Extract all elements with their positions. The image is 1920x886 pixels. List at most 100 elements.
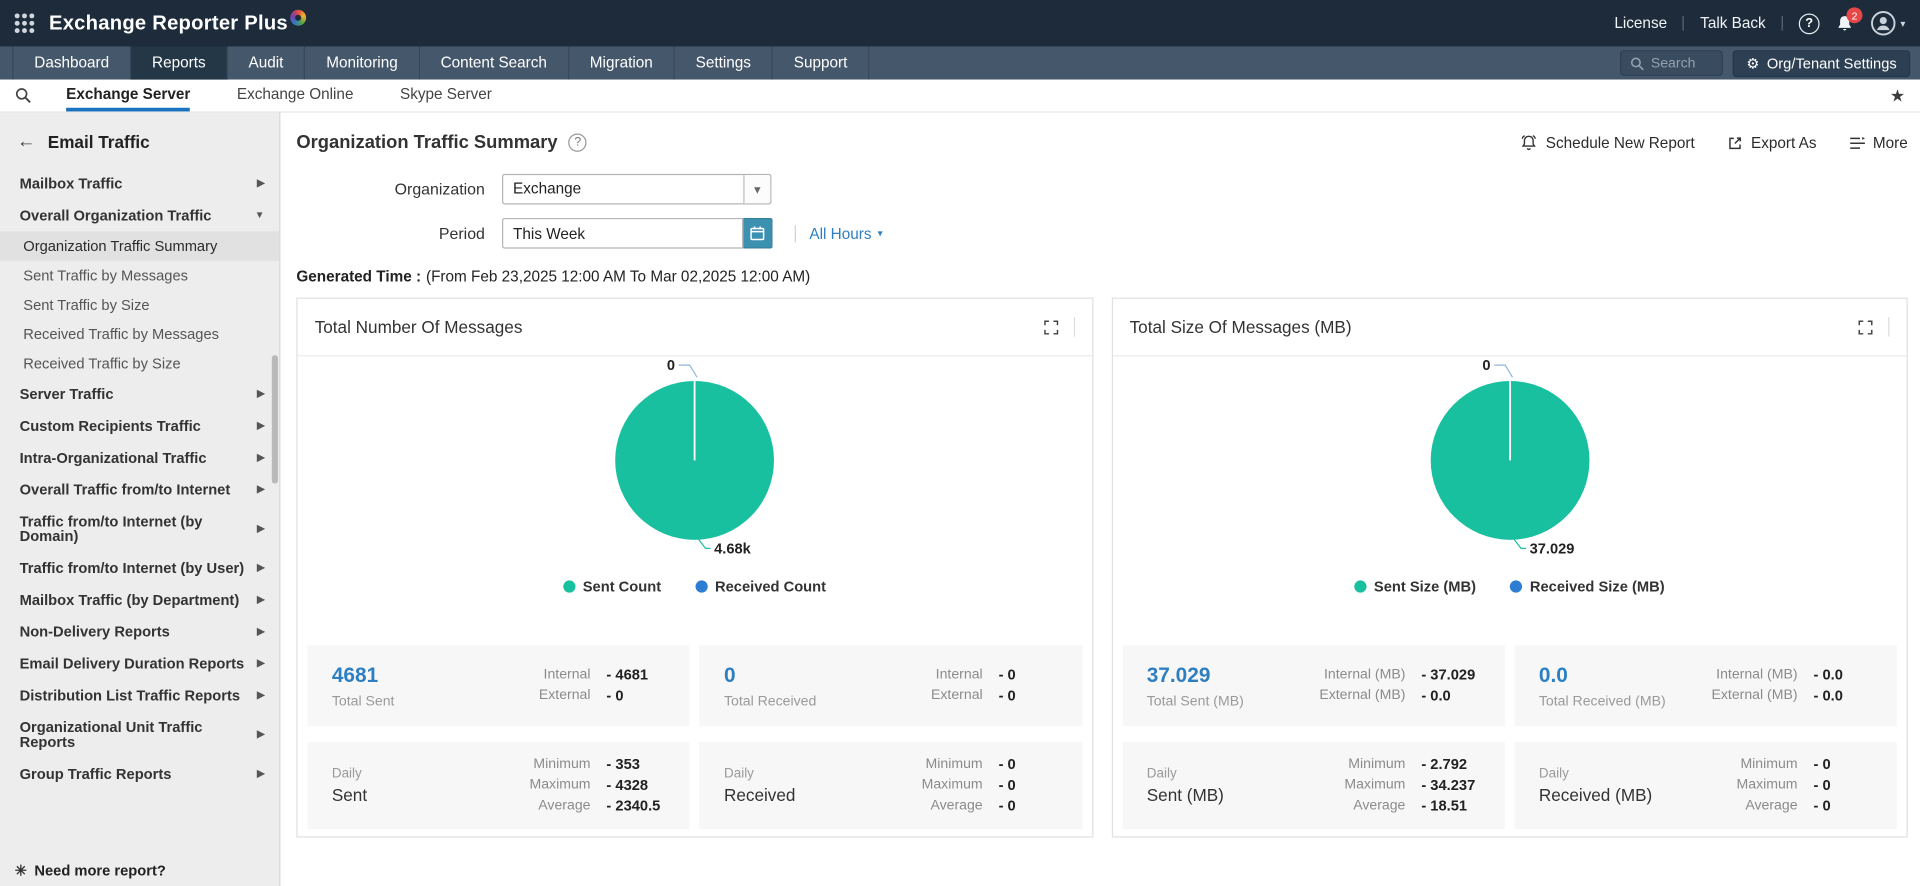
sidebar-item-distribution-list-traffic-reports[interactable]: Distribution List Traffic Reports ▶	[0, 680, 279, 712]
chart-legend: Sent Count Received Count	[298, 574, 1092, 598]
stat-value: 0	[723, 663, 736, 687]
organization-row: Organization Exchange ▼	[296, 173, 1907, 205]
divider	[1073, 317, 1075, 337]
app-logo: Exchange Reporter Plus	[49, 9, 307, 35]
subtab-exchange-server[interactable]: Exchange Server	[66, 80, 191, 112]
sidebar-item-non-delivery-reports[interactable]: Non-Delivery Reports ▶	[0, 616, 279, 648]
nav-tab-dashboard[interactable]: Dashboard	[12, 46, 132, 80]
nav-tab-monitoring[interactable]: Monitoring	[305, 46, 420, 80]
legend-sent-size[interactable]: Sent Size (MB)	[1354, 578, 1476, 595]
subtab-skype-server[interactable]: Skype Server	[400, 80, 492, 112]
subtab-exchange-online[interactable]: Exchange Online	[237, 80, 354, 112]
legend-label: Received Size (MB)	[1529, 577, 1665, 596]
sidebar-scrollbar[interactable]	[271, 355, 278, 484]
stat-key: Average	[1353, 798, 1406, 814]
apps-grid-icon[interactable]	[14, 13, 35, 34]
stat-val: - 34.237	[1421, 776, 1476, 794]
back-arrow-icon[interactable]: ←	[17, 131, 35, 152]
sidebar-item-overall-organization-traffic[interactable]: Overall Organization Traffic ▼	[0, 200, 279, 232]
stat-key: Maximum	[1736, 777, 1798, 793]
stat-rows: Internal (MB) - 0.0 External (MB) - 0.0	[1711, 665, 1882, 707]
nav-tab-content-search[interactable]: Content Search	[420, 46, 569, 80]
schedule-new-report-button[interactable]: Schedule New Report	[1520, 133, 1695, 151]
sidebar-item-intra-organizational-traffic[interactable]: Intra-Organizational Traffic ▶	[0, 442, 279, 474]
chevron-right-icon: ▶	[256, 483, 265, 495]
license-link[interactable]: License	[1614, 15, 1667, 32]
sidebar-item-sent-traffic-by-size[interactable]: Sent Traffic by Size	[0, 290, 279, 319]
stats-grid: 4681 Total Sent Internal - 4681 External -…	[307, 645, 1082, 829]
stat-key: Internal	[935, 667, 983, 683]
stat-small-label: Daily	[331, 766, 362, 782]
help-icon[interactable]: ?	[1798, 12, 1820, 34]
legend-received-count[interactable]: Received Count	[695, 578, 826, 595]
period-input[interactable]	[502, 217, 744, 249]
brand-swirl-icon	[290, 9, 307, 26]
nav-tab-settings[interactable]: Settings	[675, 46, 773, 80]
sidebar-item-mailbox-traffic-by-department[interactable]: Mailbox Traffic (by Department) ▶	[0, 584, 279, 616]
sparkle-icon: ✳	[14, 862, 28, 880]
search-input[interactable]	[1650, 55, 1715, 71]
sidebar-item-traffic-internet-by-domain[interactable]: Traffic from/to Internet (by Domain) ▶	[0, 506, 279, 553]
all-hours-dropdown[interactable]: All Hours ▾	[809, 225, 882, 242]
nav-tab-migration[interactable]: Migration	[569, 46, 675, 80]
gear-icon: ⚙	[1746, 54, 1760, 72]
sidebar-item-group-traffic-reports[interactable]: Group Traffic Reports ▶	[0, 758, 279, 790]
user-menu[interactable]: ▾	[1870, 10, 1905, 37]
sidebar-item-label: Mailbox Traffic	[19, 175, 123, 193]
sidebar-item-organization-traffic-summary[interactable]: Organization Traffic Summary	[0, 231, 280, 261]
export-icon	[1729, 136, 1741, 149]
report-finder-icon[interactable]	[15, 80, 32, 112]
legend-received-size[interactable]: Received Size (MB)	[1510, 577, 1665, 596]
stat-key: Average	[930, 798, 983, 814]
nav-tab-support[interactable]: Support	[773, 46, 870, 80]
period-row: Period This Week All Hours ▾	[296, 217, 1907, 249]
pie-chart-size: 0 37.029	[1430, 358, 1589, 557]
stat-left: Daily Received	[724, 767, 795, 805]
divider	[1888, 317, 1890, 337]
legend-sent-count[interactable]: Sent Count	[563, 578, 661, 595]
more-button[interactable]: More	[1848, 134, 1908, 151]
nav-search[interactable]	[1620, 50, 1724, 76]
expand-icon[interactable]	[1858, 319, 1874, 335]
stat-key: Minimum	[1348, 756, 1406, 772]
stat-key: External	[538, 688, 591, 703]
pie-label-sent: 4.68k	[714, 541, 751, 557]
calendar-button[interactable]	[743, 217, 773, 249]
need-more-report-link[interactable]: ✳ Need more report?	[15, 862, 166, 879]
sidebar-item-received-traffic-by-size[interactable]: Received Traffic by Size	[0, 349, 279, 378]
nav-tab-reports[interactable]: Reports	[131, 46, 228, 80]
card-header: Total Size Of Messages (MB)	[1112, 299, 1907, 357]
expand-icon[interactable]	[1043, 319, 1059, 335]
sidebar-item-mailbox-traffic[interactable]: Mailbox Traffic ▶	[0, 168, 279, 200]
stat-key: Internal	[543, 667, 591, 683]
talkback-link[interactable]: Talk Back	[1700, 15, 1766, 32]
sidebar-item-received-traffic-by-messages[interactable]: Received Traffic by Messages	[0, 320, 279, 349]
organization-select[interactable]: Exchange ▼	[502, 173, 772, 205]
sidebar-item-email-delivery-duration-reports[interactable]: Email Delivery Duration Reports ▶	[0, 648, 279, 680]
sidebar-item-sent-traffic-by-messages[interactable]: Sent Traffic by Messages	[0, 261, 279, 290]
stat-total-sent: 4681 Total Sent Internal - 4681 External -…	[307, 645, 690, 727]
stat-val: - 0	[1813, 755, 1831, 773]
sidebar-item-traffic-internet-by-user[interactable]: Traffic from/to Internet (by User) ▶	[0, 552, 279, 584]
chevron-right-icon: ▶	[256, 625, 265, 637]
org-tenant-settings-button[interactable]: ⚙ Org/Tenant Settings	[1732, 49, 1911, 77]
sidebar-item-organizational-unit-traffic-reports[interactable]: Organizational Unit Traffic Reports ▶	[0, 711, 279, 758]
sidebar-header[interactable]: ← Email Traffic	[0, 113, 279, 168]
notifications-bell-icon[interactable]: 2	[1835, 7, 1863, 33]
stat-daily-sent: Daily Sent Minimum - 353 Maximum - 4328 Av…	[307, 742, 690, 829]
help-circle-icon[interactable]: ?	[568, 133, 588, 152]
pie-label-received: 0	[667, 358, 675, 374]
sidebar-item-overall-traffic-internet[interactable]: Overall Traffic from/to Internet ▶	[0, 474, 279, 506]
sidebar-item-label: Group Traffic Reports	[19, 765, 172, 783]
sidebar-item-custom-recipients-traffic[interactable]: Custom Recipients Traffic ▶	[0, 410, 279, 442]
stat-daily-sent-mb: Daily Sent (MB) Minimum - 2.792 Maximum - …	[1122, 742, 1505, 829]
sidebar-item-label: Intra-Organizational Traffic	[19, 449, 207, 467]
chart-legend: Sent Size (MB) Received Size (MB)	[1112, 574, 1906, 598]
stat-rows: Minimum - 0 Maximum - 0 Average - 0	[922, 754, 1068, 816]
chevron-right-icon: ▶	[256, 767, 265, 779]
sidebar-item-server-traffic[interactable]: Server Traffic ▶	[0, 378, 279, 410]
export-as-button[interactable]: Export As	[1727, 134, 1817, 151]
nav-tab-audit[interactable]: Audit	[228, 46, 306, 80]
favorite-star-icon[interactable]: ★	[1890, 85, 1905, 106]
stat-val: - 0	[998, 755, 1016, 773]
